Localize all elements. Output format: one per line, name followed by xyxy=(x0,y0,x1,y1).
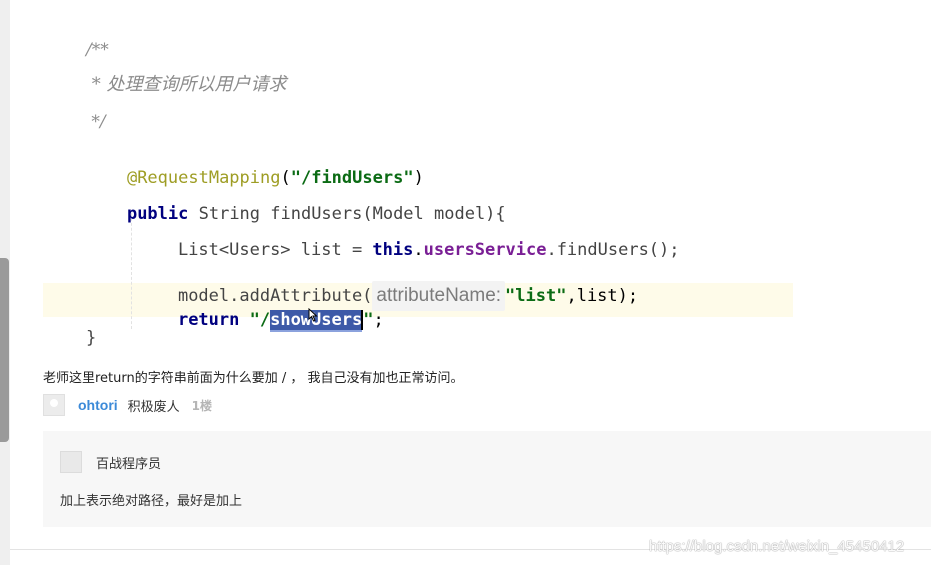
user-avatar-icon[interactable] xyxy=(43,394,65,416)
parameter-hint: attributeName: xyxy=(372,281,506,311)
code-line-closing-brace: } xyxy=(86,328,97,348)
floor-number: 1楼 xyxy=(191,398,213,413)
code-line-comment-open: /** xyxy=(86,40,109,60)
code-line-comment-close: */ xyxy=(86,112,106,132)
reply-header: 百战程序员 xyxy=(60,451,161,473)
return-string-open: "/ xyxy=(239,310,271,330)
left-gutter xyxy=(0,0,10,565)
semicolon: ; xyxy=(373,310,384,330)
string-list: "list" xyxy=(505,286,567,306)
keyword-return: return xyxy=(177,310,240,330)
code-screenshot: /** * 处理查询所以用户请求 */ @RequestMapping("/fi… xyxy=(43,35,793,356)
watermark-text: https://blog.csdn.net/weixin_45450412 xyxy=(649,538,905,555)
return-string-close: " xyxy=(363,310,374,330)
comment-author-link[interactable]: ohtori xyxy=(78,397,118,413)
comment-header: ohtori 积极废人 1楼 xyxy=(43,393,212,417)
code-line-comment-text: * 处理查询所以用户请求 xyxy=(86,74,287,95)
mouse-pointer-icon xyxy=(308,308,318,322)
comment-author-nickname: 积极废人 xyxy=(127,399,180,415)
reply-avatar-icon[interactable] xyxy=(60,451,82,473)
reply-text: 加上表示绝对路径，最好是加上 xyxy=(60,494,243,509)
reply-author-name[interactable]: 百战程序员 xyxy=(96,453,161,472)
code-line-return: return "/showUsers"; xyxy=(137,290,384,350)
add-attribute-args: ,list); xyxy=(566,286,639,306)
reply-container: 百战程序员 加上表示绝对路径，最好是加上 xyxy=(43,431,931,527)
question-text: 老师这里return的字符串前面为什么要加 / ， 我自己没有加也正常访问。 xyxy=(43,371,464,386)
scrollbar-thumb[interactable] xyxy=(0,258,9,442)
